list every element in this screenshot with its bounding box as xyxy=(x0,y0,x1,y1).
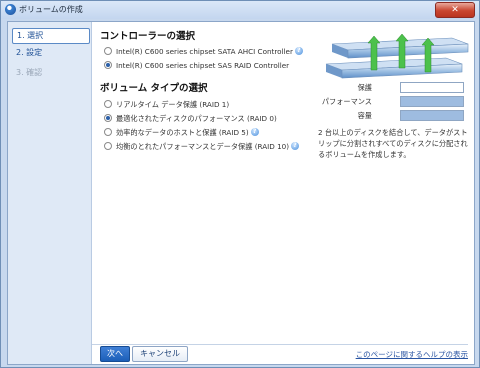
close-button[interactable]: ✕ xyxy=(435,2,475,18)
volume-option-raid1[interactable]: リアルタイム データ保護 (RAID 1) xyxy=(104,100,229,110)
volume-option-raid0-label: 最適化されたディスクのパフォーマンス (RAID 0) xyxy=(116,114,277,123)
disk-bottom-icon xyxy=(325,57,463,79)
volume-option-raid10[interactable]: 均衡のとれたパフォーマンスとデータ保護 (RAID 10)? xyxy=(104,142,300,152)
controller-option-sata[interactable]: Intel(R) C600 series chipset SATA AHCI C… xyxy=(104,47,303,56)
steps-sidebar: 1. 選択 2. 設定 3. 確認 xyxy=(8,22,92,364)
volume-option-raid1-label: リアルタイム データ保護 (RAID 1) xyxy=(116,100,230,109)
cancel-button[interactable]: キャンセル xyxy=(132,346,188,362)
step-select[interactable]: 1. 選択 xyxy=(12,28,90,44)
meter-performance xyxy=(400,96,464,107)
help-icon[interactable]: ? xyxy=(250,128,259,136)
next-button[interactable]: 次へ xyxy=(100,346,130,362)
radio-sata[interactable] xyxy=(104,47,112,55)
raid-disks-illustration xyxy=(325,33,469,79)
help-icon[interactable]: ? xyxy=(291,142,300,150)
controller-option-sas-label: Intel(R) C600 series chipset SAS RAID Co… xyxy=(116,61,290,70)
window-title: ボリュームの作成 xyxy=(19,5,83,14)
title-bar[interactable]: ボリュームの作成 ✕ xyxy=(1,1,479,19)
meter-label-performance: パフォーマンス xyxy=(321,97,372,106)
controller-heading: コントローラーの選択 xyxy=(100,31,196,42)
help-link[interactable]: このページに関するヘルプの表示 xyxy=(356,349,468,360)
meter-label-capacity: 容量 xyxy=(357,111,372,120)
window-client-area: 1. 選択 2. 設定 3. 確認 コントローラーの選択 Intel(R) C6… xyxy=(7,21,475,365)
radio-raid5[interactable] xyxy=(104,128,112,136)
radio-raid10[interactable] xyxy=(104,142,112,150)
controller-option-sata-label: Intel(R) C600 series chipset SATA AHCI C… xyxy=(116,47,293,56)
meter-label-protection: 保護 xyxy=(357,83,372,92)
volume-option-raid5-label: 効率的なデータのホストと保護 (RAID 5) xyxy=(116,128,249,137)
radio-sas[interactable] xyxy=(104,61,112,69)
meter-capacity xyxy=(400,110,464,121)
meter-protection xyxy=(400,82,464,93)
volume-option-raid0[interactable]: 最適化されたディスクのパフォーマンス (RAID 0) xyxy=(104,114,277,124)
volume-option-raid10-label: 均衡のとれたパフォーマンスとデータ保護 (RAID 10) xyxy=(116,142,290,151)
step-configure[interactable]: 2. 設定 xyxy=(12,46,88,60)
meter-fill-performance xyxy=(401,97,463,106)
volume-option-raid5[interactable]: 効率的なデータのホストと保護 (RAID 5)? xyxy=(104,128,259,138)
create-volume-window: ボリュームの作成 ✕ 1. 選択 2. 設定 3. 確認 コントローラーの選択 … xyxy=(0,0,480,368)
app-icon xyxy=(5,4,16,15)
help-icon[interactable]: ? xyxy=(294,47,303,55)
volume-description: 2 台以上のディスクを結合して、データがストリップに分割されすべてのディスクに分… xyxy=(318,128,468,159)
meter-fill-capacity xyxy=(401,111,463,120)
radio-raid1[interactable] xyxy=(104,100,112,108)
footer-divider xyxy=(92,344,468,345)
radio-raid0[interactable] xyxy=(104,114,112,122)
step-confirm: 3. 確認 xyxy=(16,68,43,77)
controller-option-sas[interactable]: Intel(R) C600 series chipset SAS RAID Co… xyxy=(104,61,289,70)
volume-type-heading: ボリューム タイプの選択 xyxy=(100,83,208,94)
